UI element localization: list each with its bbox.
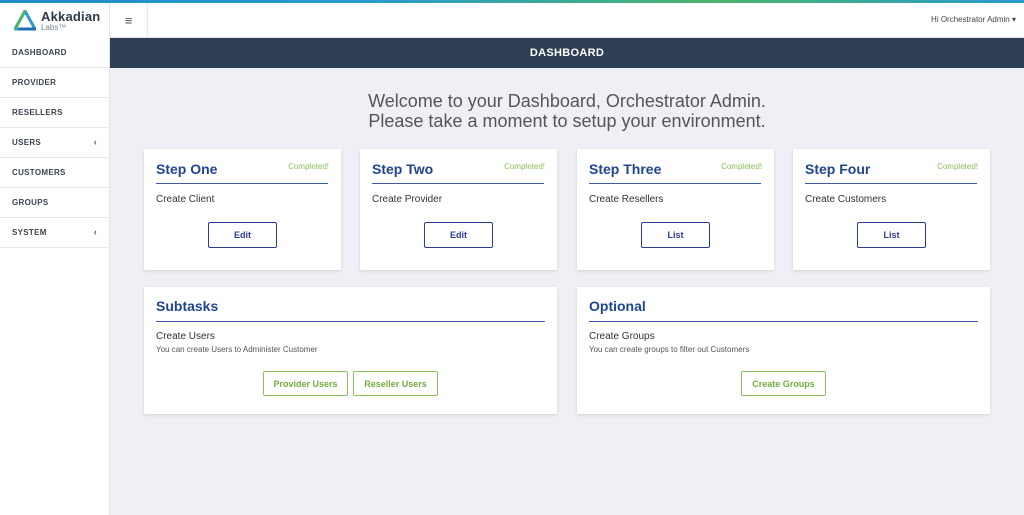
- card-divider: [156, 183, 328, 184]
- list-resellers-button[interactable]: List: [641, 222, 710, 248]
- hamburger-icon: ≡: [124, 13, 133, 28]
- sidebar-item-groups[interactable]: GROUPS: [0, 188, 109, 218]
- card-text: Create Groups: [589, 331, 655, 342]
- sidebar-item-system[interactable]: SYSTEM ‹: [0, 218, 109, 248]
- card-title: Step Two: [372, 161, 434, 177]
- sidebar-item-dashboard[interactable]: DASHBOARD: [0, 38, 109, 68]
- card-title: Subtasks: [156, 298, 219, 314]
- optional-card: Optional Create Groups You can create gr…: [577, 287, 990, 414]
- step-four-card: Step Four Completed! Create Customers Li…: [793, 149, 990, 270]
- edit-provider-button[interactable]: Edit: [424, 222, 493, 248]
- card-text: Create Resellers: [589, 194, 664, 205]
- completed-badge: Completed!: [937, 162, 978, 171]
- completed-badge: Completed!: [288, 162, 329, 171]
- sidebar-item-label: GROUPS: [12, 198, 49, 207]
- chevron-left-icon: ‹: [93, 137, 97, 147]
- card-text: Create Client: [156, 194, 215, 205]
- card-text: Create Customers: [805, 194, 887, 205]
- sidebar-item-label: SYSTEM: [12, 228, 47, 237]
- step-three-card: Step Three Completed! Create Resellers L…: [577, 149, 774, 270]
- card-divider: [805, 183, 977, 184]
- menu-toggle-button[interactable]: ≡: [110, 3, 148, 38]
- card-divider: [589, 183, 761, 184]
- welcome-line-1: Welcome to your Dashboard, Orchestrator …: [368, 91, 766, 111]
- card-subtext: You can create groups to filter out Cust…: [589, 345, 750, 354]
- step-two-card: Step Two Completed! Create Provider Edit: [360, 149, 557, 270]
- welcome-message: Welcome to your Dashboard, Orchestrator …: [110, 91, 1024, 131]
- card-title: Step Three: [589, 161, 662, 177]
- card-divider: [156, 321, 545, 322]
- sidebar-item-provider[interactable]: PROVIDER: [0, 68, 109, 98]
- sidebar-item-label: CUSTOMERS: [12, 168, 66, 177]
- create-groups-button[interactable]: Create Groups: [741, 371, 826, 396]
- sidebar-item-label: USERS: [12, 138, 42, 147]
- card-title: Step Four: [805, 161, 871, 177]
- chevron-left-icon: ‹: [93, 227, 97, 237]
- list-customers-button[interactable]: List: [857, 222, 926, 248]
- page-title-banner: DASHBOARD: [110, 38, 1024, 68]
- user-menu-dropdown[interactable]: Hi Orchestrator Admin ▾: [931, 15, 1016, 24]
- page-title: DASHBOARD: [529, 47, 605, 59]
- user-greeting: Hi Orchestrator Admin: [931, 15, 1010, 24]
- sidebar: DASHBOARD PROVIDER RESELLERS USERS ‹ CUS…: [0, 38, 110, 515]
- card-title: Step One: [156, 161, 218, 177]
- card-text: Create Provider: [372, 194, 443, 205]
- caret-down-icon: ▾: [1011, 15, 1016, 24]
- welcome-line-2: Please take a moment to setup your envir…: [368, 111, 766, 131]
- brand-sub: Labs™: [41, 22, 67, 32]
- sidebar-item-label: DASHBOARD: [12, 48, 67, 57]
- edit-client-button[interactable]: Edit: [208, 222, 277, 248]
- brand-name: Akkadian: [41, 8, 101, 24]
- akkadian-triangle-logo-icon: [14, 9, 36, 30]
- sidebar-item-label: RESELLERS: [12, 108, 63, 117]
- card-divider: [372, 183, 544, 184]
- step-one-card: Step One Completed! Create Client Edit: [144, 149, 341, 270]
- reseller-users-button[interactable]: Reseller Users: [353, 371, 438, 396]
- sidebar-item-resellers[interactable]: RESELLERS: [0, 98, 109, 128]
- provider-users-button[interactable]: Provider Users: [263, 371, 348, 396]
- card-subtext: You can create Users to Administer Custo…: [156, 345, 318, 354]
- sidebar-item-label: PROVIDER: [12, 78, 57, 87]
- card-title: Optional: [589, 298, 646, 314]
- sidebar-item-users[interactable]: USERS ‹: [0, 128, 109, 158]
- sidebar-item-customers[interactable]: CUSTOMERS: [0, 158, 109, 188]
- card-text: Create Users: [156, 331, 215, 342]
- top-header: ≡ Hi Orchestrator Admin ▾: [110, 3, 1024, 38]
- completed-badge: Completed!: [504, 162, 545, 171]
- brand-logo[interactable]: Akkadian Labs™: [0, 3, 110, 38]
- card-divider: [589, 321, 978, 322]
- completed-badge: Completed!: [721, 162, 762, 171]
- subtasks-card: Subtasks Create Users You can create Use…: [144, 287, 557, 414]
